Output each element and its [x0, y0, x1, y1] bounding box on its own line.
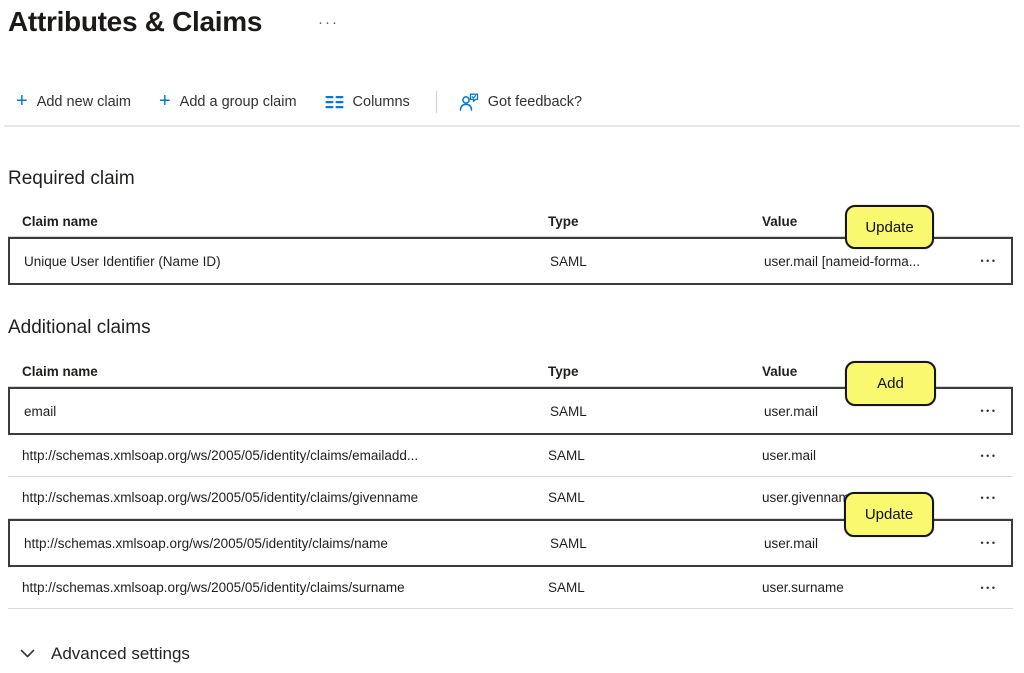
claim-name-cell: http://schemas.xmlsoap.org/ws/2005/05/id… — [22, 448, 419, 463]
toolbar-divider — [435, 91, 437, 113]
title-more-menu-icon[interactable]: ··· — [318, 14, 339, 31]
claim-name-cell: http://schemas.xmlsoap.org/ws/2005/05/id… — [22, 490, 419, 505]
row-context-menu-icon[interactable]: ••• — [977, 489, 1002, 507]
claim-type-cell: SAML — [550, 535, 587, 551]
attributes-claims-page: Attributes & Claims ··· + Add new claim … — [0, 0, 1024, 673]
toolbar-separator — [4, 125, 1020, 127]
got-feedback-label: Got feedback? — [487, 94, 583, 110]
claim-type-cell: SAML — [548, 490, 585, 505]
table-row-surname[interactable]: http://schemas.xmlsoap.org/ws/2005/05/id… — [8, 567, 1013, 609]
claim-value-cell: user.mail — [762, 448, 817, 463]
columns-button[interactable]: Columns — [321, 92, 414, 112]
column-header-type[interactable]: Type — [548, 214, 762, 229]
page-title: Attributes & Claims — [8, 6, 263, 37]
command-bar: + Add new claim + Add a group claim Colu… — [12, 88, 586, 116]
chevron-down-icon — [20, 649, 35, 658]
columns-icon — [325, 96, 344, 109]
column-header-claim-name[interactable]: Claim name — [22, 214, 548, 229]
column-header-type[interactable]: Type — [548, 364, 762, 379]
claim-value-cell: user.mail — [764, 535, 819, 551]
add-new-claim-label: Add new claim — [36, 94, 131, 110]
claim-type-cell: SAML — [550, 253, 587, 269]
annotation-note-update-name: Update — [844, 492, 934, 537]
advanced-settings-toggle[interactable]: Advanced settings — [20, 644, 190, 664]
claim-name-cell: Unique User Identifier (Name ID) — [24, 253, 221, 269]
claim-value-cell: user.surname — [762, 580, 844, 595]
row-context-menu-icon[interactable]: ••• — [977, 534, 1002, 552]
row-context-menu-icon[interactable]: ••• — [977, 402, 1002, 420]
annotation-note-add-email: Add — [845, 361, 936, 406]
claim-value-cell: user.mail [nameid-forma... — [764, 253, 921, 269]
claim-name-cell: http://schemas.xmlsoap.org/ws/2005/05/id… — [24, 535, 388, 551]
plus-icon: + — [16, 90, 28, 112]
row-context-menu-icon[interactable]: ••• — [977, 252, 1002, 270]
got-feedback-button[interactable]: Got feedback? — [455, 91, 586, 113]
claim-type-cell: SAML — [548, 580, 585, 595]
add-group-claim-button[interactable]: + Add a group claim — [155, 90, 301, 114]
claim-type-cell: SAML — [548, 448, 585, 463]
claim-name-cell: email — [24, 403, 57, 419]
annotation-note-update-required: Update — [845, 205, 934, 249]
columns-label: Columns — [352, 94, 410, 110]
row-context-menu-icon[interactable]: ••• — [977, 579, 1002, 597]
required-claim-heading: Required claim — [8, 168, 135, 189]
advanced-settings-label: Advanced settings — [51, 644, 190, 663]
add-group-claim-label: Add a group claim — [179, 94, 297, 110]
claim-name-cell: http://schemas.xmlsoap.org/ws/2005/05/id… — [22, 580, 405, 595]
column-header-claim-name[interactable]: Claim name — [22, 364, 548, 379]
additional-claims-heading: Additional claims — [8, 317, 151, 338]
claim-type-cell: SAML — [550, 403, 587, 419]
table-row-emailaddress[interactable]: http://schemas.xmlsoap.org/ws/2005/05/id… — [8, 435, 1013, 477]
plus-icon: + — [158, 90, 171, 112]
row-context-menu-icon[interactable]: ••• — [977, 447, 1002, 465]
feedback-person-icon — [459, 93, 478, 111]
add-new-claim-button[interactable]: + Add new claim — [12, 90, 135, 114]
